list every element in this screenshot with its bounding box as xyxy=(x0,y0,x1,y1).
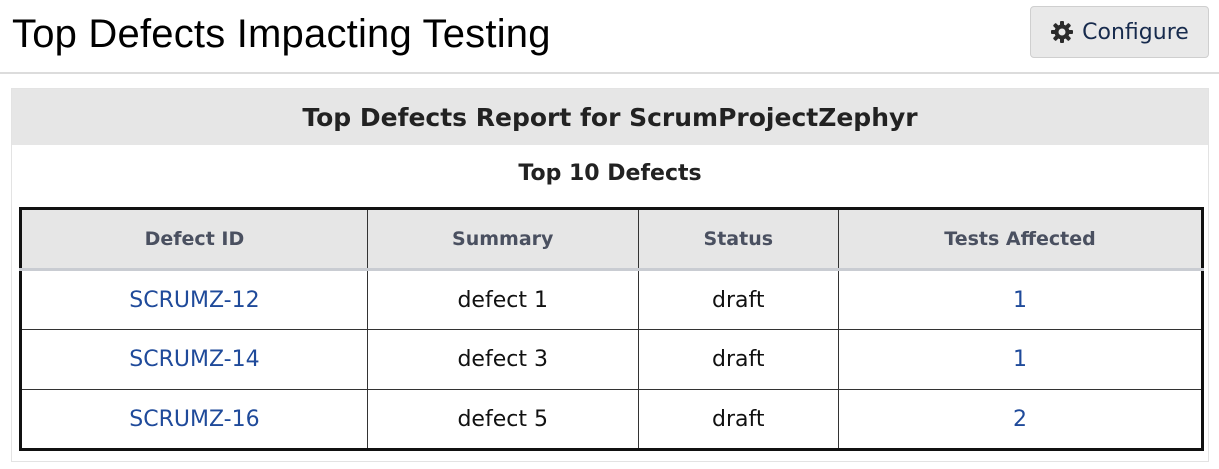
page-header: Top Defects Impacting Testing Configure xyxy=(0,0,1219,74)
tests-affected-link[interactable]: 1 xyxy=(1013,347,1027,372)
status-cell: draft xyxy=(637,329,839,390)
defect-id-cell: SCRUMZ-14 xyxy=(20,329,368,390)
column-header-defect-id: Defect ID xyxy=(20,208,368,271)
tests-affected-cell: 1 xyxy=(838,269,1203,330)
report-title: Top Defects Report for ScrumProjectZephy… xyxy=(12,89,1208,145)
summary-cell: defect 3 xyxy=(366,329,639,390)
defect-id-link[interactable]: SCRUMZ-16 xyxy=(129,407,259,432)
configure-label: Configure xyxy=(1082,19,1189,45)
defect-id-cell: SCRUMZ-16 xyxy=(20,389,368,450)
summary-cell: defect 5 xyxy=(366,389,639,450)
defects-table: Defect ID Summary Status Tests Affected … xyxy=(19,207,1204,451)
tests-affected-link[interactable]: 2 xyxy=(1013,407,1027,432)
report-panel: Top Defects Report for ScrumProjectZephy… xyxy=(11,88,1209,462)
tests-affected-link[interactable]: 1 xyxy=(1013,288,1027,313)
table-header-row: Defect ID Summary Status Tests Affected xyxy=(20,208,1203,271)
summary-cell: defect 1 xyxy=(366,269,639,330)
defect-id-cell: SCRUMZ-12 xyxy=(21,270,368,330)
table-row: SCRUMZ-14 defect 3 draft 1 xyxy=(20,329,1203,390)
defect-id-link[interactable]: SCRUMZ-14 xyxy=(129,347,259,372)
configure-button[interactable]: Configure xyxy=(1030,6,1209,58)
column-header-status: Status xyxy=(637,208,839,271)
status-cell: draft xyxy=(637,389,839,450)
status-cell: draft xyxy=(637,269,839,330)
column-header-tests-affected: Tests Affected xyxy=(838,208,1203,271)
report-subtitle: Top 10 Defects xyxy=(518,160,702,186)
page-title: Top Defects Impacting Testing xyxy=(12,12,551,56)
gear-icon xyxy=(1050,20,1074,44)
table-row: SCRUMZ-12 defect 1 draft 1 xyxy=(21,269,1203,330)
column-header-summary: Summary xyxy=(366,208,639,271)
defect-id-link[interactable]: SCRUMZ-12 xyxy=(129,288,259,313)
table-row: SCRUMZ-16 defect 5 draft 2 xyxy=(20,389,1203,450)
tests-affected-cell: 2 xyxy=(838,389,1203,450)
tests-affected-cell: 1 xyxy=(838,329,1203,390)
